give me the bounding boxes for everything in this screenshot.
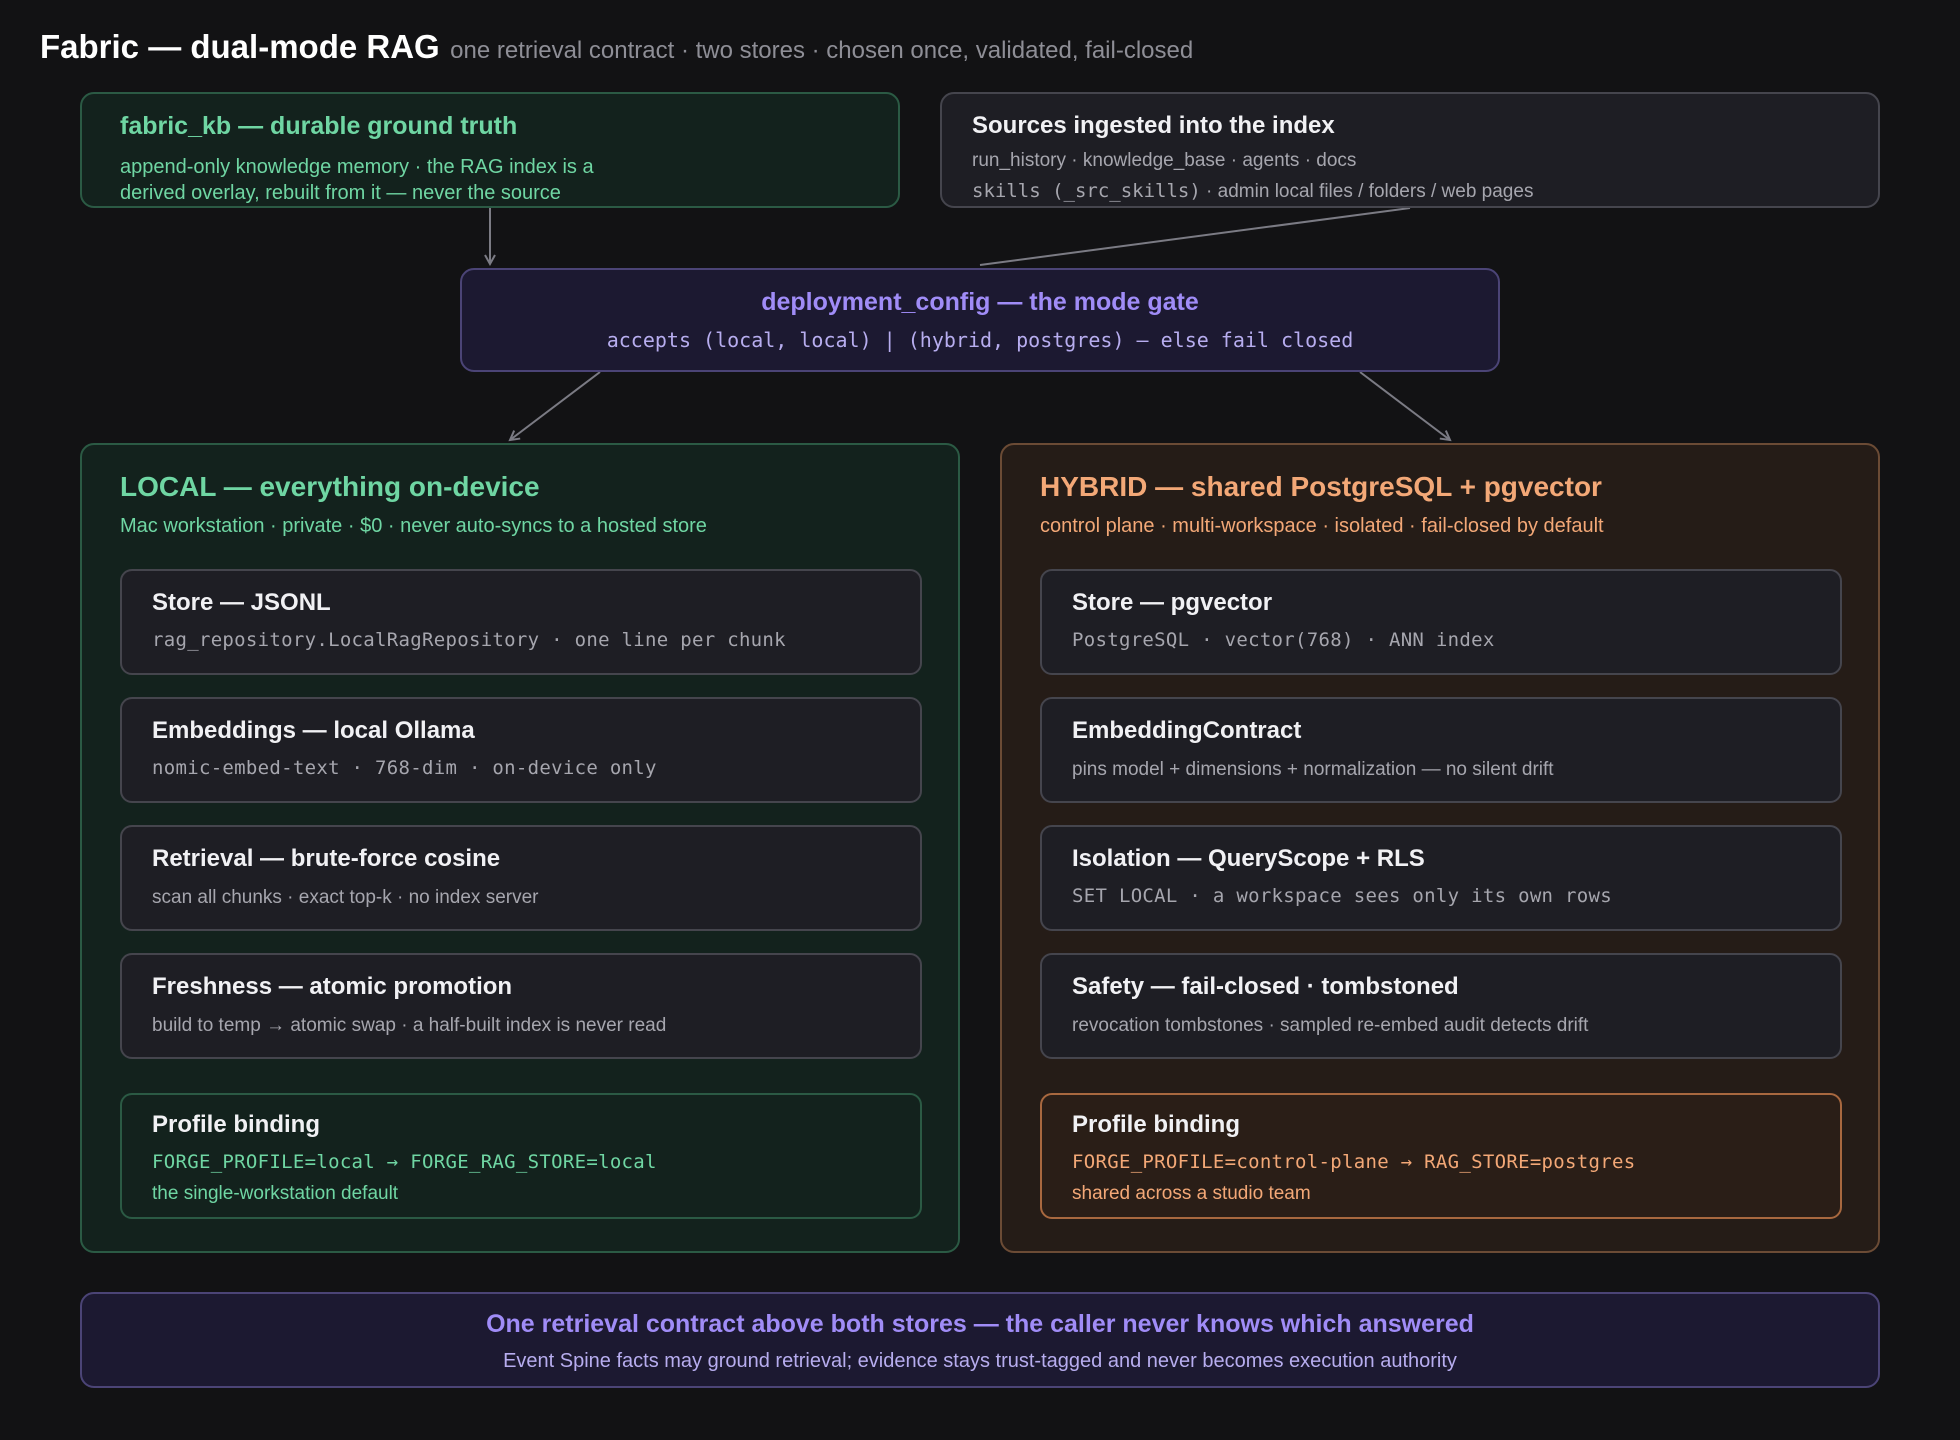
profile-code: FORGE_PROFILE=local → FORGE_RAG_STORE=lo… xyxy=(152,1151,657,1173)
arrow-gate-to-local xyxy=(510,371,601,440)
card-detail: build to temp → atomic swap · a half-bui… xyxy=(152,1015,667,1036)
card-detail: PostgreSQL · vector(768) · ANN index xyxy=(1072,629,1495,651)
card-detail: nomic-embed-text · 768-dim · on-device o… xyxy=(152,757,657,779)
footer-title: One retrieval contract above both stores… xyxy=(486,1310,1474,1338)
hybrid-card-embedding-contract: EmbeddingContract pins model + dimension… xyxy=(1040,697,1842,803)
page-title: Fabric — dual-mode RAG xyxy=(40,28,440,65)
local-profile-binding: Profile binding FORGE_PROFILE=local → FO… xyxy=(120,1093,922,1219)
sources-box: Sources ingested into the index run_hist… xyxy=(940,92,1880,208)
retrieval-contract-footer: One retrieval contract above both stores… xyxy=(80,1292,1880,1388)
card-detail: pins model + dimensions + normalization … xyxy=(1072,759,1554,780)
local-card-freshness: Freshness — atomic promotion build to te… xyxy=(120,953,922,1059)
mode-gate-box: deployment_config — the mode gate accept… xyxy=(460,268,1500,372)
card-title: Freshness — atomic promotion xyxy=(152,973,513,1000)
sources-line-2-rest: · admin local files / folders / web page… xyxy=(1200,181,1534,202)
arrow-gate-to-hybrid xyxy=(1359,371,1450,440)
card-title: Store — JSONL xyxy=(152,589,331,616)
hybrid-profile-binding: Profile binding FORGE_PROFILE=control-pl… xyxy=(1040,1093,1842,1219)
card-title: Embeddings — local Ollama xyxy=(152,717,475,744)
hybrid-mode-panel: HYBRID — shared PostgreSQL + pgvector co… xyxy=(1000,443,1880,1253)
card-title: EmbeddingContract xyxy=(1072,717,1302,744)
card-title: Store — pgvector xyxy=(1072,589,1273,616)
card-detail: revocation tombstones · sampled re-embed… xyxy=(1072,1015,1589,1036)
profile-title: Profile binding xyxy=(1072,1111,1240,1138)
mode-gate-rule: accepts (local, local) | (hybrid, postgr… xyxy=(606,328,1354,352)
hybrid-subtitle: control plane · multi-workspace · isolat… xyxy=(1040,515,1604,537)
page-subtitle: one retrieval contract · two stores · ch… xyxy=(450,37,1194,64)
hybrid-card-store: Store — pgvector PostgreSQL · vector(768… xyxy=(1040,569,1842,675)
local-title: LOCAL — everything on-device xyxy=(120,471,540,502)
hybrid-card-safety: Safety — fail-closed · tombstoned revoca… xyxy=(1040,953,1842,1059)
profile-note: shared across a studio team xyxy=(1072,1183,1311,1204)
card-title: Retrieval — brute-force cosine xyxy=(152,845,501,872)
local-subtitle: Mac workstation · private · $0 · never a… xyxy=(120,515,707,537)
profile-title: Profile binding xyxy=(152,1111,320,1138)
mode-gate-title: deployment_config — the mode gate xyxy=(761,288,1199,316)
profile-note: the single-workstation default xyxy=(152,1183,399,1204)
sources-skills-code: skills (_src_skills) xyxy=(972,180,1201,202)
fabric-kb-title: fabric_kb — durable ground truth xyxy=(120,112,518,140)
hybrid-card-isolation: Isolation — QueryScope + RLS SET LOCAL ·… xyxy=(1040,825,1842,931)
sources-line-2: skills (_src_skills) · admin local files… xyxy=(972,180,1533,203)
footer-note: Event Spine facts may ground retrieval; … xyxy=(503,1350,1457,1372)
local-card-embeddings: Embeddings — local Ollama nomic-embed-te… xyxy=(120,697,922,803)
profile-code: FORGE_PROFILE=control-plane → RAG_STORE=… xyxy=(1072,1151,1636,1173)
local-mode-panel: LOCAL — everything on-device Mac worksta… xyxy=(80,443,960,1253)
local-card-store: Store — JSONL rag_repository.LocalRagRep… xyxy=(120,569,922,675)
page-header: Fabric — dual-mode RAG one retrieval con… xyxy=(40,28,1193,66)
fabric-kb-box: fabric_kb — durable ground truth append-… xyxy=(80,92,900,208)
local-card-retrieval: Retrieval — brute-force cosine scan all … xyxy=(120,825,922,931)
card-detail: rag_repository.LocalRagRepository · one … xyxy=(152,629,786,651)
card-title: Safety — fail-closed · tombstoned xyxy=(1072,973,1459,1000)
card-detail: SET LOCAL · a workspace sees only its ow… xyxy=(1072,885,1612,907)
fabric-kb-line-1: append-only knowledge memory · the RAG i… xyxy=(120,156,594,178)
card-title: Isolation — QueryScope + RLS xyxy=(1072,845,1425,872)
hybrid-title: HYBRID — shared PostgreSQL + pgvector xyxy=(1040,471,1602,502)
sources-title: Sources ingested into the index xyxy=(972,112,1335,139)
fabric-kb-line-2: derived overlay, rebuilt from it — never… xyxy=(120,182,561,204)
line-sources-to-gate xyxy=(979,207,1411,266)
sources-line-1: run_history · knowledge_base · agents · … xyxy=(972,150,1357,171)
card-detail: scan all chunks · exact top-k · no index… xyxy=(152,887,539,908)
